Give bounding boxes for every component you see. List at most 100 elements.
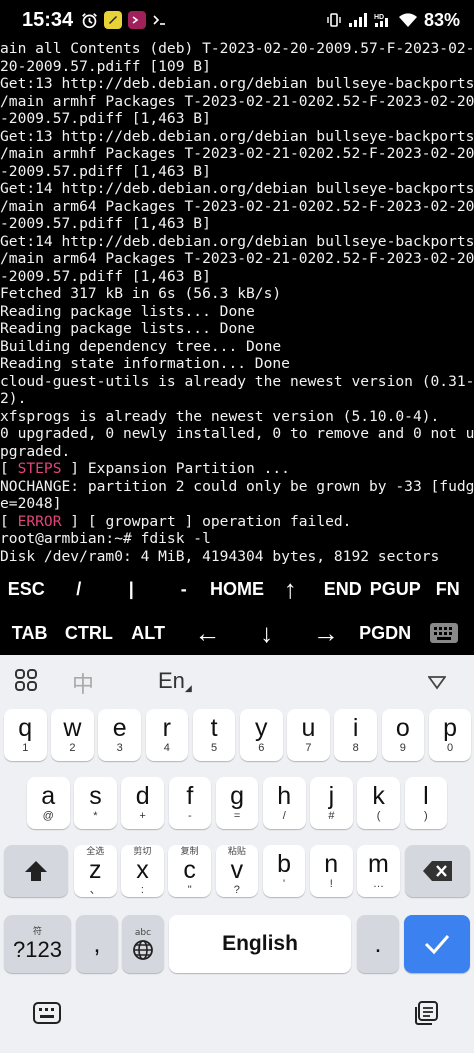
- extra-key-pgdn[interactable]: PGDN: [356, 611, 415, 655]
- extra-key-sym-4[interactable]: ↓: [237, 611, 296, 655]
- key-main-label: b: [277, 850, 291, 878]
- terminal-output[interactable]: ain all Contents (deb) T-2023-02-20-2009…: [0, 40, 474, 567]
- key-a[interactable]: a @: [27, 777, 70, 829]
- backspace-key[interactable]: [405, 845, 470, 897]
- key-v[interactable]: 粘贴 v?: [215, 845, 259, 897]
- key-secondary-label: 8: [352, 742, 359, 754]
- key-b[interactable]: b ': [262, 845, 306, 897]
- svg-text:HD: HD: [374, 14, 384, 21]
- key-z[interactable]: 全选 z、: [74, 845, 117, 897]
- key-main-label: d: [135, 782, 150, 810]
- grid-menu-icon[interactable]: [14, 668, 38, 698]
- key-p[interactable]: p0: [428, 709, 472, 761]
- key-g[interactable]: g =: [215, 777, 259, 829]
- keyboard-switch-icon[interactable]: [33, 1002, 61, 1028]
- space-key[interactable]: English: [169, 915, 351, 973]
- key-secondary-label: 6: [258, 742, 265, 754]
- key-main-label: x: [136, 855, 149, 884]
- key-hint-label: 粘贴: [227, 846, 246, 857]
- key-i[interactable]: i8: [334, 709, 377, 761]
- extra-key-sym-5[interactable]: →: [296, 611, 355, 655]
- terminal-line: Reading package lists... Done: [0, 320, 255, 337]
- extra-key-home[interactable]: HOME: [210, 567, 264, 611]
- terminal-line: /main arm64 Packages T-2023-02-21-0202.5…: [0, 250, 474, 267]
- key-secondary-label: *: [93, 810, 98, 822]
- collapse-keyboard-icon[interactable]: [427, 671, 447, 696]
- battery-percentage: 83%: [423, 9, 460, 30]
- key-secondary-label: #: [328, 810, 335, 822]
- key-k[interactable]: k(: [357, 777, 400, 829]
- terminal-line: /main armhf Packages T-2023-02-21-0202.5…: [0, 92, 474, 110]
- terminal-line: -2009.57.pdiff [1,463 B]: [0, 110, 211, 127]
- extra-key-sym-2[interactable]: |: [105, 567, 158, 611]
- keyboard-toolbar: 中 En◢: [0, 655, 474, 707]
- key-m[interactable]: m…: [357, 845, 400, 897]
- extra-key-keyboard-icon[interactable]: [415, 611, 474, 655]
- key-main-label: e: [112, 714, 127, 742]
- enter-key[interactable]: [404, 915, 470, 973]
- extra-key-end[interactable]: END: [317, 567, 370, 611]
- key-s[interactable]: s *: [74, 777, 117, 829]
- extra-keys-row-2: TAB CTRL ALT ← ↓ → PGDN: [0, 611, 474, 655]
- extra-key-sym-1[interactable]: /: [53, 567, 106, 611]
- extra-key-alt[interactable]: ALT: [119, 611, 178, 655]
- key-main-label: l: [423, 782, 429, 810]
- corner-arrow-icon: ◢: [184, 683, 192, 693]
- extra-keys-bar: ESC / | - HOME ↑ END PGUP FN TAB CTRL ALT ← ↓ → PGDN: [0, 567, 474, 655]
- terminal-line: xfsprogs is already the newest version (…: [0, 407, 440, 425]
- key-d[interactable]: d +: [121, 777, 164, 829]
- terminal-line: -2009.57.pdiff [1,463 B]: [0, 162, 211, 180]
- symbols-key[interactable]: 符 ?123: [4, 915, 71, 973]
- check-icon: [424, 935, 450, 955]
- key-h[interactable]: h /: [263, 777, 306, 829]
- key-q[interactable]: q1: [4, 709, 47, 761]
- key-l[interactable]: l): [404, 777, 448, 829]
- terminal-line: 2).: [0, 390, 27, 407]
- shift-key[interactable]: [4, 845, 68, 897]
- key-main-label: y: [255, 714, 268, 742]
- terminal-line: Get:14 http://deb.debian.org/debian bull…: [0, 232, 474, 250]
- key-main-label: m: [368, 850, 389, 878]
- english-mode-button[interactable]: En◢: [158, 668, 192, 694]
- notes-app-icon: [104, 11, 123, 29]
- key-c[interactable]: 复制 c ": [168, 845, 211, 897]
- extra-key-sym-3[interactable]: -: [158, 567, 211, 611]
- extra-key-sym-5[interactable]: ↑: [264, 567, 317, 611]
- key-secondary-label: ?: [233, 883, 240, 896]
- extra-key-fn[interactable]: FN: [422, 567, 474, 611]
- key-secondary-label: @: [42, 810, 54, 822]
- period-key[interactable]: .: [357, 915, 399, 973]
- clipboard-icon[interactable]: [413, 1000, 439, 1030]
- extra-key-pgup[interactable]: PGUP: [369, 567, 422, 611]
- key-u[interactable]: u7: [287, 709, 330, 761]
- terminal-line: /main armhf Packages T-2023-02-21-0202.5…: [0, 145, 474, 162]
- extra-key-tab[interactable]: TAB: [0, 611, 59, 655]
- key-w[interactable]: w2: [51, 709, 94, 761]
- key-main-label: s: [89, 782, 102, 810]
- key-y[interactable]: y6: [240, 709, 283, 761]
- key-x[interactable]: 剪切 x:: [121, 845, 164, 897]
- key-secondary-label: ': [282, 878, 286, 890]
- key-j[interactable]: j #: [310, 777, 353, 829]
- key-secondary-label: 1: [22, 742, 29, 754]
- extra-key-sym-3[interactable]: ←: [178, 611, 237, 655]
- steps-tag: STEPS: [17, 460, 62, 477]
- key-secondary-label: (: [376, 810, 381, 822]
- key-n[interactable]: n!: [310, 845, 353, 897]
- key-o[interactable]: o9: [381, 709, 425, 761]
- globe-icon: [133, 939, 153, 960]
- extra-key-ctrl[interactable]: CTRL: [59, 611, 118, 655]
- key-t[interactable]: t5: [192, 709, 236, 761]
- language-switch-key[interactable]: abc: [122, 915, 164, 973]
- chinese-mode-button[interactable]: 中: [72, 667, 94, 699]
- extra-key-esc[interactable]: ESC: [0, 567, 53, 611]
- key-f[interactable]: f-: [168, 777, 212, 829]
- key-e[interactable]: e3: [98, 709, 141, 761]
- terminal-lines: ain all Contents (deb) T-2023-02-20-2009…: [0, 40, 474, 460]
- key-main-label: g: [230, 782, 244, 810]
- key-secondary-label: 7: [305, 742, 312, 754]
- key-main-label: c: [183, 855, 196, 884]
- comma-key[interactable]: ,: [76, 915, 118, 973]
- key-r[interactable]: r4: [145, 709, 189, 761]
- key-main-label: u: [301, 714, 316, 742]
